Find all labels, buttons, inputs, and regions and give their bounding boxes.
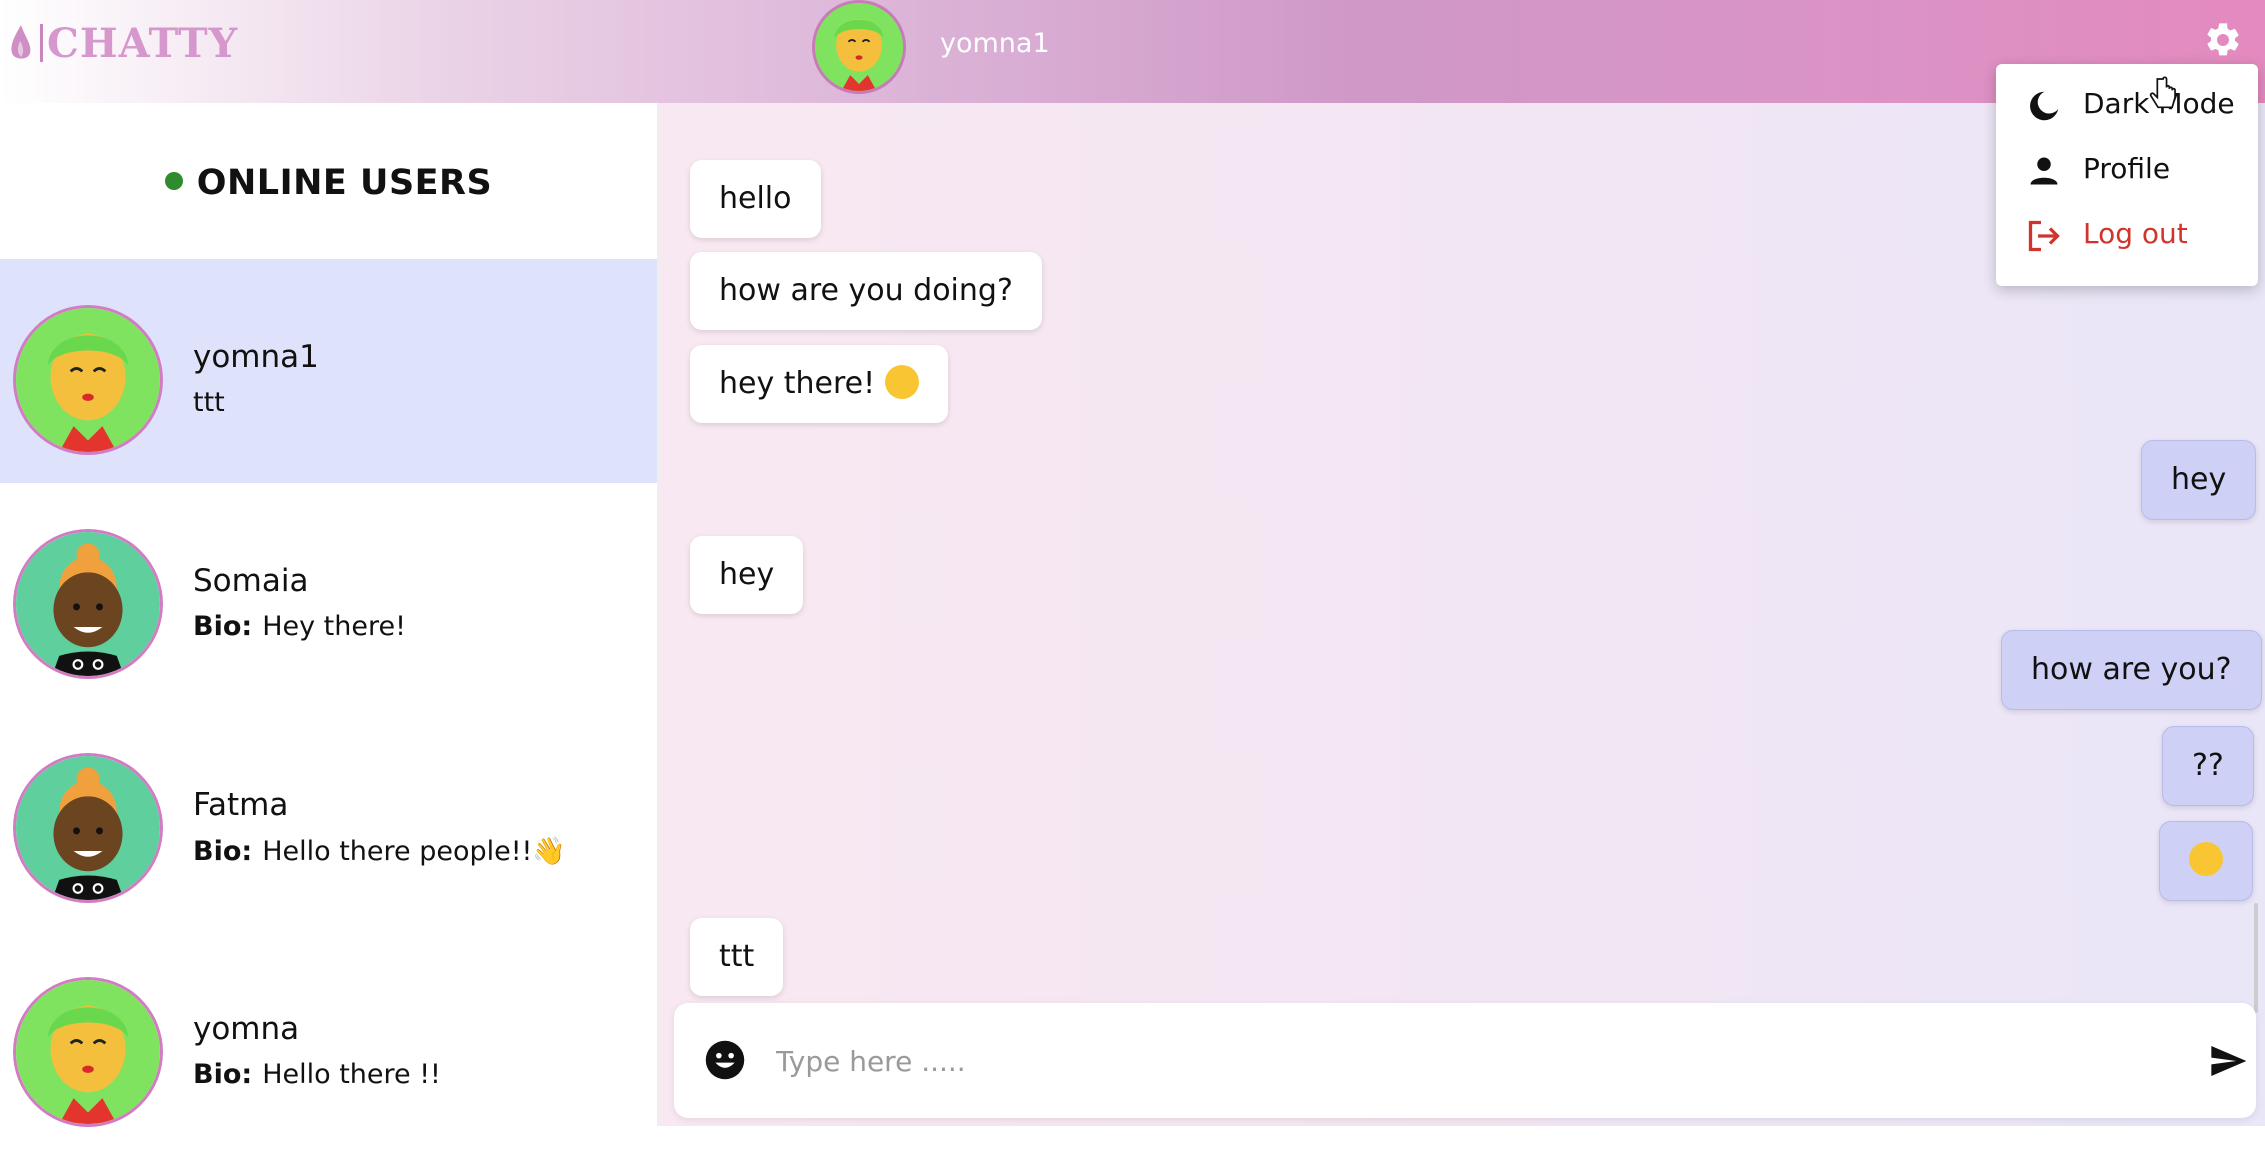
user-bio: Bio: Hey there! xyxy=(193,611,406,642)
bio-text: Hey there! xyxy=(262,611,406,642)
header-avatar[interactable] xyxy=(812,0,906,94)
message-text: ttt xyxy=(719,939,755,974)
bio-label: Bio: xyxy=(193,836,253,867)
app-logo[interactable]: CHATTY xyxy=(8,18,238,68)
menu-item-log-out[interactable]: Log out xyxy=(1996,204,2258,266)
message-outgoing: hey xyxy=(2141,440,2257,520)
person-icon xyxy=(2030,157,2058,185)
flame-icon xyxy=(11,25,31,59)
avatar-image xyxy=(16,756,160,900)
message-text: hey xyxy=(719,557,775,592)
avatar-image xyxy=(815,3,903,91)
menu-label: Profile xyxy=(2083,152,2171,185)
online-users-heading: ONLINE USERS xyxy=(0,163,657,203)
top-bar: CHATTY yomna1 xyxy=(0,0,2265,103)
menu-label: Log out xyxy=(2083,217,2188,250)
message-outgoing: how are you? xyxy=(2001,630,2262,710)
avatar xyxy=(13,305,163,455)
header-username: yomna1 xyxy=(940,28,1050,59)
emoji-picker-icon[interactable] xyxy=(704,1039,746,1081)
moon-icon xyxy=(2030,91,2059,121)
message-incoming: hey there! xyxy=(690,345,948,423)
message-text: ?? xyxy=(2192,748,2224,783)
bio-label: Bio: xyxy=(193,1059,253,1090)
message-text: how are you? xyxy=(2031,652,2232,687)
avatar-image xyxy=(16,980,160,1124)
message-outgoing xyxy=(2159,821,2253,901)
avatar xyxy=(13,977,163,1127)
message-outgoing: ?? xyxy=(2162,726,2254,806)
avatar-image xyxy=(16,308,160,452)
message-composer xyxy=(674,1003,2256,1118)
user-name: Somaia xyxy=(193,563,309,599)
bio-label: Bio: xyxy=(193,611,253,642)
menu-label: Dark Mode xyxy=(2083,87,2235,120)
avatar xyxy=(13,753,163,903)
message-text: hey xyxy=(2171,462,2227,497)
message-incoming: hello xyxy=(690,160,821,238)
user-item-somaia[interactable]: Somaia Bio: Hey there! xyxy=(0,483,657,707)
user-name: Fatma xyxy=(193,787,289,823)
user-item-yomna[interactable]: yomna Bio: Hello there !! xyxy=(0,931,657,1155)
logo-text: CHATTY xyxy=(47,19,239,67)
online-users-title: ONLINE USERS xyxy=(196,163,493,203)
chat-scrollbar[interactable] xyxy=(2254,903,2258,1013)
settings-menu: Dark Mode Profile Log out xyxy=(1996,64,2258,286)
logo-divider xyxy=(40,24,43,62)
menu-item-dark-mode[interactable]: Dark Mode xyxy=(1996,74,2258,136)
user-bio: Bio: Hello there !! xyxy=(193,1059,441,1090)
logout-icon xyxy=(2028,220,2060,252)
bio-text: Hello there people!!👋 xyxy=(262,836,567,867)
user-name: yomna1 xyxy=(193,339,319,375)
send-icon[interactable] xyxy=(2206,1041,2250,1081)
user-bio: Bio: Hello there people!!👋 xyxy=(193,835,566,867)
avatar-image xyxy=(16,532,160,676)
online-users-sidebar: ONLINE USERS yomna1 ttt Somaia Bio: Hey … xyxy=(0,103,659,1127)
user-name: yomna xyxy=(193,1011,300,1047)
message-incoming: hey xyxy=(690,536,804,614)
laughing-emoji-icon xyxy=(2189,841,2223,876)
user-item-fatma[interactable]: Fatma Bio: Hello there people!!👋 xyxy=(0,707,657,931)
user-item-yomna1[interactable]: yomna1 ttt xyxy=(0,259,657,483)
menu-item-profile[interactable]: Profile xyxy=(1996,139,2258,201)
message-text: how are you doing? xyxy=(719,273,1013,308)
message-text: hello xyxy=(719,181,792,216)
message-incoming: ttt xyxy=(690,918,784,996)
online-status-dot xyxy=(164,172,183,190)
message-input[interactable] xyxy=(774,1033,2078,1090)
user-last-message: ttt xyxy=(193,387,225,418)
bio-text: Hello there !! xyxy=(262,1059,441,1090)
gear-icon[interactable] xyxy=(2203,20,2243,60)
laughing-emoji-icon xyxy=(884,364,919,399)
avatar xyxy=(13,529,163,679)
message-text: hey there! xyxy=(719,366,876,401)
message-incoming: how are you doing? xyxy=(690,252,1042,330)
